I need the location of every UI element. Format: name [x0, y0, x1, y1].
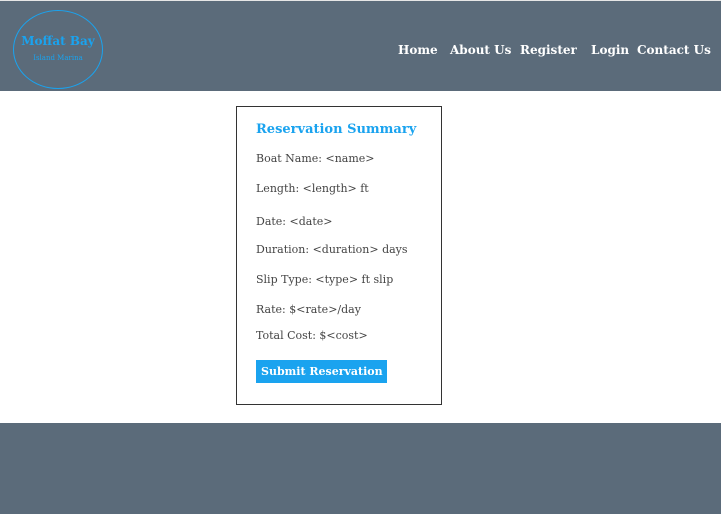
site-header: Moffat Bay Island Marina Home About Us R… [0, 0, 721, 91]
nav-register-link[interactable]: Register [520, 42, 577, 58]
marina-logo[interactable]: Moffat Bay Island Marina [13, 10, 103, 89]
length-line: Length: <length> ft [256, 182, 369, 195]
site-footer [0, 423, 721, 514]
nav-contact-link[interactable]: Contact Us [637, 42, 711, 58]
logo-title: Moffat Bay [21, 34, 95, 48]
nav-about-link[interactable]: About Us [450, 42, 511, 58]
rate-line: Rate: $<rate>/day [256, 303, 361, 316]
slip-type-line: Slip Type: <type> ft slip [256, 273, 394, 286]
nav-home-link[interactable]: Home [398, 42, 438, 58]
reservation-summary-card: Reservation Summary Boat Name: <name> Le… [236, 106, 442, 405]
page: Moffat Bay Island Marina Home About Us R… [0, 0, 721, 514]
nav-login-link[interactable]: Login [591, 42, 629, 58]
total-cost-line: Total Cost: $<cost> [256, 329, 368, 342]
logo-subtitle: Island Marina [33, 54, 83, 62]
submit-reservation-button[interactable]: Submit Reservation [256, 360, 387, 383]
reservation-summary-title: Reservation Summary [256, 122, 417, 137]
duration-line: Duration: <duration> days [256, 243, 408, 256]
boat-name-line: Boat Name: <name> [256, 152, 375, 165]
date-line: Date: <date> [256, 215, 333, 228]
